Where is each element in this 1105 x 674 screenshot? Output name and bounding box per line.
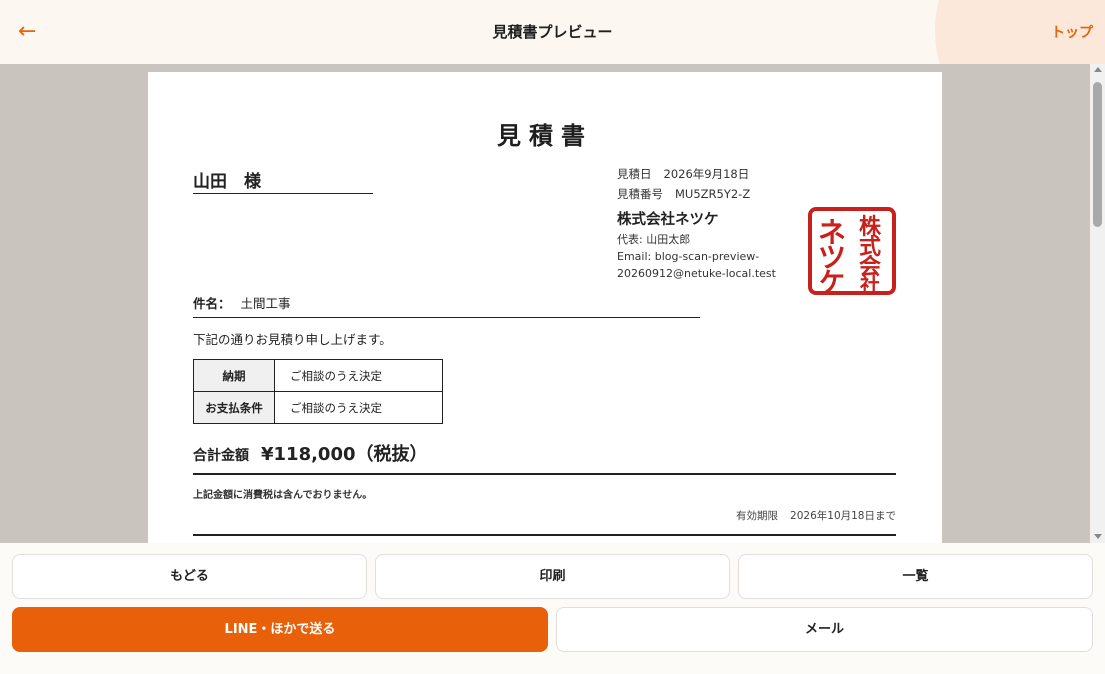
- estimate-meta: 見積日 2026年9月18日 見積番号 MU5ZR5Y2-Z: [617, 164, 750, 204]
- terms-label: お支払条件: [193, 391, 275, 424]
- svg-text:社: 社: [859, 273, 880, 295]
- back-button[interactable]: もどる: [12, 554, 367, 599]
- estimate-date: 2026年9月18日: [663, 167, 750, 181]
- action-bar: もどる 印刷 一覧 LINE・ほかで送る メール: [0, 543, 1105, 674]
- terms-value: ご相談のうえ決定: [274, 359, 443, 392]
- company-email-line1: Email: blog-scan-preview-: [617, 250, 760, 263]
- document-title: 見積書: [497, 122, 593, 150]
- terms-table: 納期 ご相談のうえ決定 お支払条件 ご相談のうえ決定: [193, 359, 443, 424]
- intro-text: 下記の通りお見積り申し上げます。: [193, 332, 392, 347]
- company-name: 株式会社ネツケ: [617, 212, 719, 228]
- preview-scrollbar[interactable]: [1090, 64, 1105, 543]
- company-email-line2: 20260912@netuke-local.test: [617, 267, 776, 280]
- estimate-number: MU5ZR5Y2-Z: [675, 187, 751, 201]
- page-title: 見積書プレビュー: [492, 23, 613, 41]
- estimate-number-label: 見積番号: [617, 187, 663, 201]
- terms-row: 納期 ご相談のうえ決定: [193, 359, 443, 392]
- mail-button[interactable]: メール: [556, 607, 1093, 652]
- total-label: 合計金額: [193, 448, 249, 464]
- divider: [193, 534, 896, 536]
- svg-text:ケ: ケ: [819, 268, 845, 295]
- company-seal-stamp: 株 式 会 社 ネ ツ ケ: [808, 207, 896, 295]
- scroll-up-icon[interactable]: [1094, 67, 1102, 72]
- print-button[interactable]: 印刷: [375, 554, 730, 599]
- line-share-button[interactable]: LINE・ほかで送る: [12, 607, 548, 652]
- back-arrow-icon[interactable]: ←: [18, 18, 46, 46]
- company-representative: 代表: 山田太郎: [617, 233, 691, 246]
- estimate-paper: 見積書 山田 様 見積日 2026年9月18日 見積番号 MU5ZR5Y2-Z 株式…: [148, 72, 942, 543]
- total-amount-row: 合計金額 ¥118,000（税抜）: [193, 440, 896, 475]
- scroll-down-icon[interactable]: [1094, 534, 1102, 539]
- subject-line: 件名： 土間工事: [193, 292, 700, 318]
- subject-value: 土間工事: [240, 296, 291, 311]
- subject-label: 件名：: [193, 296, 231, 311]
- validity-label: 有効期限: [736, 510, 779, 522]
- validity-date: 2026年10月18日まで: [790, 510, 896, 522]
- customer-name: 山田 様: [193, 167, 373, 194]
- terms-label: 納期: [193, 359, 275, 392]
- estimate-number-row: 見積番号 MU5ZR5Y2-Z: [617, 184, 750, 204]
- validity-row: 有効期限 2026年10月18日まで: [736, 508, 896, 523]
- scroll-thumb[interactable]: [1093, 82, 1102, 227]
- list-button[interactable]: 一覧: [738, 554, 1093, 599]
- top-link[interactable]: トップ: [1051, 22, 1093, 42]
- tax-note: 上記金額に消費税は含んでおりません。: [193, 490, 373, 501]
- total-amount: ¥118,000（税抜）: [261, 444, 428, 465]
- terms-row: お支払条件 ご相談のうえ決定: [193, 391, 443, 424]
- terms-value: ご相談のうえ決定: [274, 391, 443, 424]
- document-preview-area[interactable]: 見積書 山田 様 見積日 2026年9月18日 見積番号 MU5ZR5Y2-Z 株式…: [0, 64, 1090, 543]
- app-header: 見積書プレビュー ← トップ: [0, 0, 1105, 64]
- estimate-date-row: 見積日 2026年9月18日: [617, 164, 750, 184]
- estimate-date-label: 見積日: [617, 167, 652, 181]
- issuer-company: 株式会社ネツケ 代表: 山田太郎 Email: blog-scan-previe…: [617, 209, 797, 282]
